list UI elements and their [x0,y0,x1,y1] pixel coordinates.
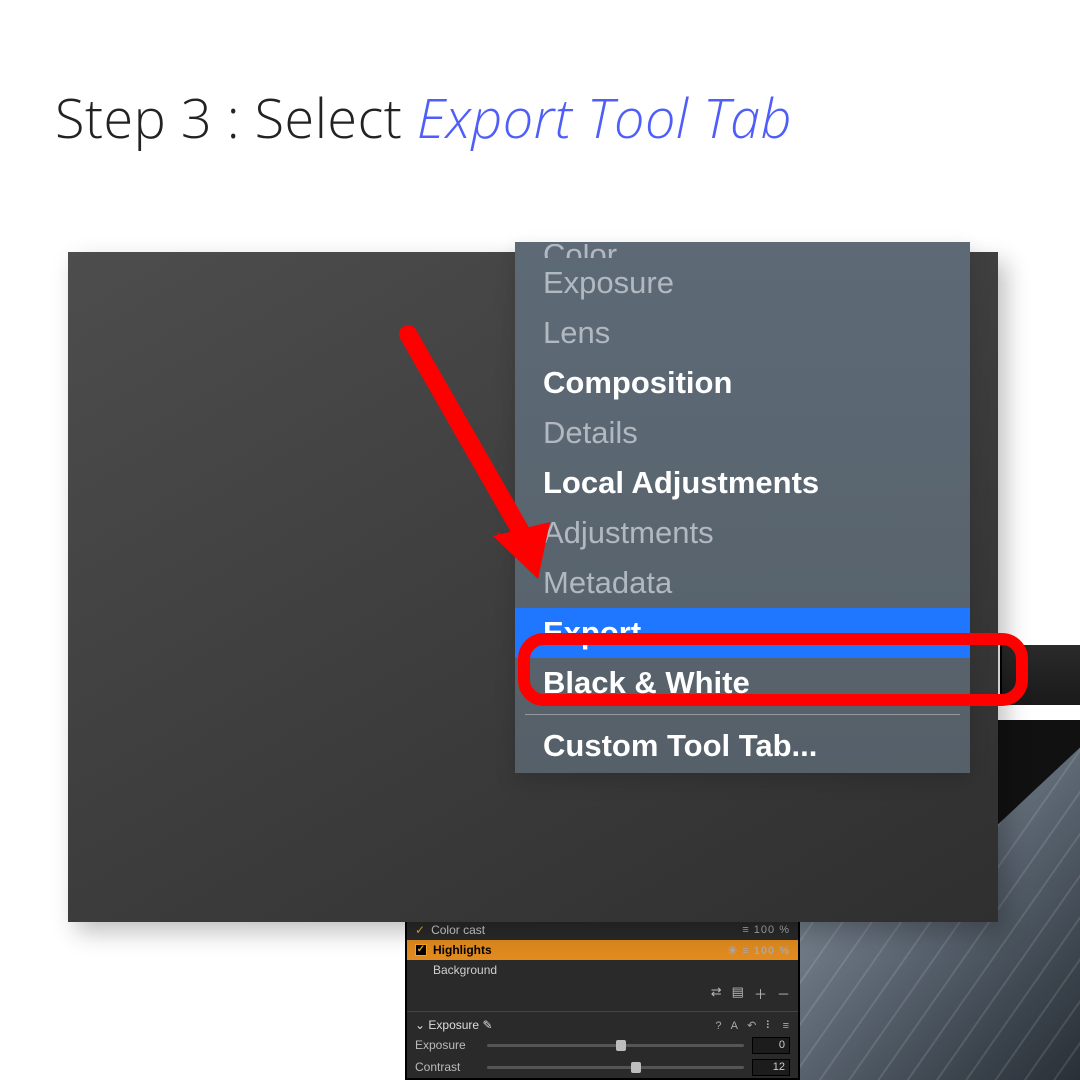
menu-item-adjustments[interactable]: Adjustments [515,508,970,558]
slider-track[interactable] [487,1066,744,1069]
panel-row-label: Highlights [433,943,492,957]
slider-label: Contrast [415,1060,479,1074]
minus-icon[interactable]: － [777,984,790,1003]
screenshot-frame: Color ExposureLensCompositionDetailsLoca… [68,252,998,922]
menu-item-lens[interactable]: Lens [515,308,970,358]
slider-track[interactable] [487,1044,744,1047]
menu-item-exposure[interactable]: Exposure [515,258,970,308]
checkbox-icon[interactable] [415,944,427,956]
sliders-icon: ≡ [742,924,749,936]
panel-row-value: 100 % [754,945,790,957]
menu-item-label: Composition [543,365,732,401]
panel-section-header[interactable]: ⌄ Exposure ✎ ? A ↶ ⠇ ≡ [407,1016,798,1034]
menu-item-local-adjustments[interactable]: Local Adjustments [515,458,970,508]
menu-separator [525,714,960,715]
panel-row-value: 100 % [754,924,790,936]
menu-item-custom[interactable]: Custom Tool Tab... [515,721,970,771]
panel-row-label: Color cast [431,923,485,937]
sun-icon: ☀ [727,945,738,957]
menu-item-label: Details [543,415,638,451]
menu-item-label: Metadata [543,565,672,601]
background-edge [1000,645,1080,705]
menu-item-label: Lens [543,315,610,351]
menu-item-black-white[interactable]: Black & White [515,658,970,708]
menu-item-label: Local Adjustments [543,465,819,501]
slider-contrast[interactable]: Contrast 12 [407,1056,798,1078]
menu-item-metadata[interactable]: Metadata [515,558,970,608]
menu-item-clipped[interactable]: Color [515,244,970,258]
heading-prefix: Step 3 : Select [55,80,417,154]
menu-item-details[interactable]: Details [515,408,970,458]
step-heading: Step 3 : Select Export Tool Tab [55,80,792,154]
panel-row-label: Background [433,963,497,977]
heading-emphasis: Export Tool Tab [417,80,792,154]
section-tool-icons: ? A ↶ ⠇ ≡ [715,1019,790,1032]
menu-item-composition[interactable]: Composition [515,358,970,408]
check-icon: ✓ [415,923,425,937]
chevron-down-icon: ⌄ [415,1018,425,1032]
tool-tab-menu: Color Exposure Lens Composition Details Loca… [515,242,970,773]
panel-section-title: Exposure [428,1018,479,1032]
menu-item-label: Exposure [543,265,674,301]
panel-toolbar: ⇄ ▤ ＋ － [407,980,798,1007]
panel-row-colorcast[interactable]: ✓ Color cast ≡ 100 % [407,920,798,940]
menu-item-export[interactable]: Export [515,608,970,658]
slider-thumb[interactable] [631,1062,641,1073]
menu-item-label: Adjustments [543,515,714,551]
brush-icon: ✎ [482,1018,492,1032]
brush-icon[interactable]: ▤ [732,984,744,1003]
slider-thumb[interactable] [616,1040,626,1051]
panel-row-background[interactable]: Background [407,960,798,980]
menu-item-label: Black & White [543,665,750,701]
slider-label: Exposure [415,1038,479,1052]
panel-row-highlights[interactable]: Highlights ☀ ≡ 100 % [407,940,798,960]
adjustments-panel: ✓ Color cast ≡ 100 % Highlights ☀ ≡ 100 … [405,918,800,1080]
slider-value[interactable]: 12 [752,1059,790,1076]
sliders-icon: ≡ [742,945,749,957]
slider-value[interactable]: 0 [752,1037,790,1054]
sliders-icon[interactable]: ⇄ [711,984,722,1003]
plus-icon[interactable]: ＋ [754,984,767,1003]
slider-exposure[interactable]: Exposure 0 [407,1034,798,1056]
menu-item-label: Export [543,615,641,651]
